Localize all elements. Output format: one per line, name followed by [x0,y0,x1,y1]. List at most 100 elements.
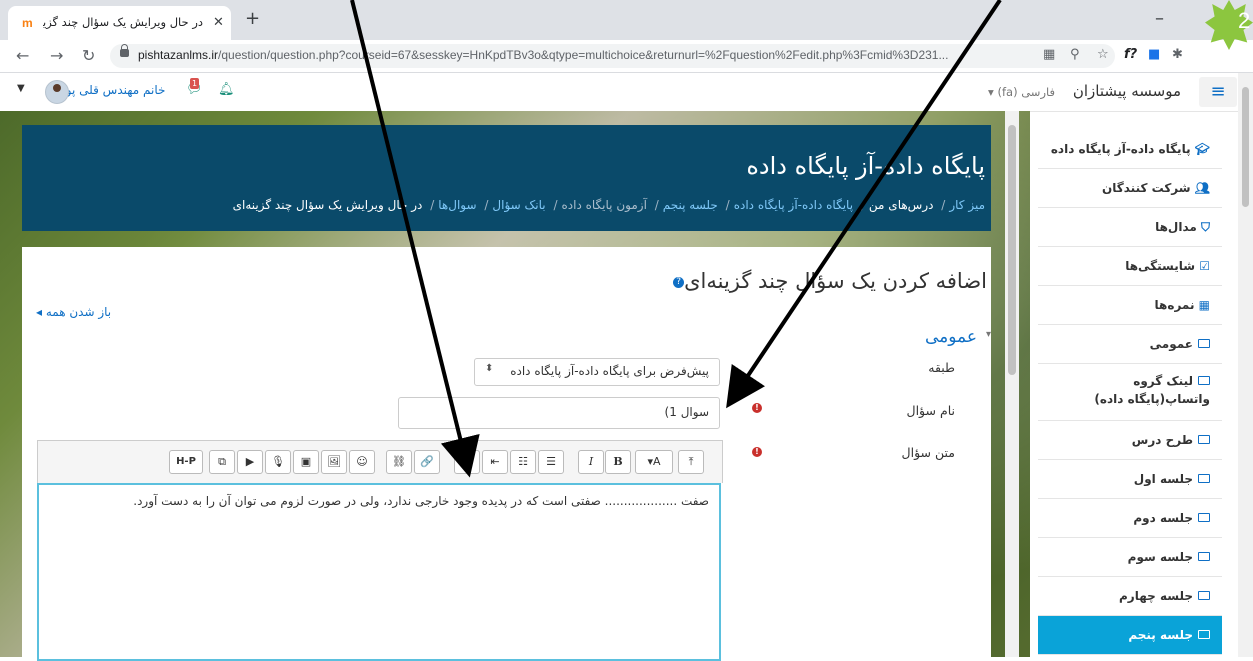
new-tab-icon[interactable]: + [245,8,260,29]
category-label: طبقه [928,360,955,375]
course-title: پایگاه داده-آز پایگاه داده [746,152,985,180]
tab-title: در حال ویرایش یک سؤال چند گزینه‌ای [43,15,203,29]
breadcrumb-item: درس‌های من [868,198,934,212]
link-button[interactable]: 🔗 [414,450,440,474]
sidebar-item-participants[interactable]: 👥︎ شرکت کنندگان [1038,169,1222,208]
folder-icon [1198,435,1210,444]
record-audio-button[interactable]: 🎙 [265,450,291,474]
lock-icon [120,44,129,57]
drawer-toggle-button[interactable]: ≡ [1199,77,1237,107]
font-color-button[interactable]: ▾A [635,450,673,474]
breadcrumb-item: در حال ویرایش یک سؤال چند گزینه‌ای [232,198,423,212]
toolbar-collapse-button[interactable]: ⤒ [678,450,704,474]
site-navbar: ≡ موسسه پیشتازان فارسی ‎(fa)‎ ▾ 🔔︎ 💬︎ 1 … [0,73,1253,112]
sidebar-item-grades[interactable]: ▦ نمره‌ها [1038,286,1222,325]
breadcrumb-item[interactable]: جلسه پنجم [663,198,718,212]
bookmark-star-icon[interactable]: ☆ [1097,47,1109,62]
tab-close-icon[interactable]: ✕ [213,15,224,30]
unordered-list-button[interactable]: ☰ [538,450,564,474]
url-text: pishtazanlms.ir/question/question.php?co… [138,48,949,62]
question-name-label: نام سؤال [906,403,956,418]
breadcrumb: میز کار/ درس‌های من/ پایگاه داده-آز پایگ… [232,198,985,212]
bold-button[interactable]: B [605,450,631,474]
sidebar-item-session-3[interactable]: جلسه سوم [1038,538,1222,577]
notification-count-badge: 1 [190,78,199,89]
sidebar-item-whatsapp-link[interactable]: لینک گروه واتساپ(پایگاه داده) [1038,364,1222,421]
content-scrollbar[interactable] [1005,111,1019,657]
language-menu[interactable]: فارسی ‎(fa)‎ ▾ [988,85,1055,99]
manage-files-button[interactable]: ⧉ [209,450,235,474]
zoom-icon[interactable]: ⚲ [1070,47,1080,62]
select-arrows-icon: ⬍ [485,363,494,374]
sidebar-item-session-2[interactable]: جلسه دوم [1038,499,1222,538]
sidebar-item-lesson-plan[interactable]: طرح درس [1038,421,1222,460]
user-name[interactable]: خانم مهندس قلی پور [60,83,165,97]
window-minimize-icon[interactable]: – [1155,8,1164,29]
required-icon: ! [752,447,762,457]
breadcrumb-item[interactable]: میز کار [949,198,985,212]
browser-tab[interactable]: m در حال ویرایش یک سؤال چند گزینه‌ای ✕ [8,6,231,40]
section-general-legend[interactable]: عمومی [925,327,977,347]
emoticon-button[interactable]: ☺ [349,450,375,474]
folder-icon [1198,552,1210,561]
question-form: اضافه کردن یک سؤال چند گزینه‌ای? باز شدن… [22,247,991,661]
media-button[interactable]: ▣ [293,450,319,474]
outdent-button[interactable]: ⇤ [482,450,508,474]
moodle-favicon-icon: m [22,16,33,30]
page-header: پایگاه داده-آز پایگاه داده میز کار/ درس‌… [22,125,991,231]
site-brand[interactable]: موسسه پیشتازان [1073,82,1181,100]
users-icon: 👥︎ [1190,181,1210,195]
folder-icon [1198,513,1210,522]
sidebar-item-competencies[interactable]: ☑ شایستگی‌ها [1038,247,1222,286]
extension-icon[interactable]: ■ [1148,47,1160,62]
url-input[interactable]: pishtazanlms.ir/question/question.php?co… [110,44,1115,68]
help-icon[interactable]: ? [673,276,685,288]
folder-icon [1198,376,1210,385]
breadcrumb-item: آزمون پایگاه داده [561,198,647,212]
user-menu-caret-icon[interactable]: ▼ [17,83,25,94]
question-name-input[interactable]: سوال 1) [398,397,720,429]
shield-icon: ⛉ [1196,220,1210,234]
puzzle-extensions-icon[interactable]: ✱ [1172,47,1183,62]
sidebar-item-session-4[interactable]: جلسه چهارم [1038,577,1222,616]
bell-icon[interactable]: 🔔︎ [218,82,235,97]
unlink-button[interactable]: ⛓ [386,450,412,474]
step-number: 2 [1238,8,1251,33]
category-select[interactable]: پیش‌فرض برای پایگاه داده-آز پایگاه داده … [474,358,720,386]
expand-all-link[interactable]: باز شدن همه ◂ [36,305,111,319]
check-square-icon: ☑ [1195,259,1210,273]
record-video-button[interactable]: ▶ [237,450,263,474]
back-icon[interactable]: ← [16,46,29,65]
page-scrollbar[interactable] [1238,73,1253,657]
formula-extension-icon[interactable]: f? [1124,47,1137,62]
breadcrumb-item[interactable]: پایگاه داده-آز پایگاه داده [734,198,853,212]
editor-toolbar: ⤒ ▾A B I ☰ ☷ ⇤ ⇥ 🔗 ⛓ ☺ 🖼 ▣ 🎙 ▶ ⧉ H-P [37,440,723,483]
indent-button[interactable]: ⇥ [454,450,480,474]
sidebar-item-course[interactable]: 🎓︎ پایگاه داده-آز پایگاه داده [1038,130,1222,169]
forward-icon[interactable]: → [50,46,63,65]
folder-icon [1198,591,1210,600]
sidebar-item-general[interactable]: عمومی [1038,325,1222,364]
sidebar-item-badges[interactable]: ⛉ مدال‌ها [1038,208,1222,247]
italic-button[interactable]: I [578,450,604,474]
hamburger-icon: ≡ [1210,81,1226,102]
collapse-caret-icon[interactable]: ▾ [986,329,991,340]
image-button[interactable]: 🖼 [321,450,347,474]
course-nav-drawer: 🎓︎ پایگاه داده-آز پایگاه داده 👥︎ شرکت کن… [1038,130,1222,657]
breadcrumb-item[interactable]: سوال‌ها [438,198,476,212]
table-icon: ▦ [1194,298,1210,312]
breadcrumb-item[interactable]: بانک سؤال [492,198,545,212]
required-icon: ! [752,403,762,413]
question-text-editor[interactable]: صفت ................... صفتی است که در پ… [37,483,721,661]
folder-icon [1198,630,1210,639]
avatar[interactable] [45,80,69,104]
ordered-list-button[interactable]: ☷ [510,450,536,474]
translate-icon[interactable]: ▦ [1043,47,1055,62]
address-bar-row: ← → ↻ pishtazanlms.ir/question/question.… [0,40,1253,73]
sidebar-item-session-5[interactable]: جلسه پنجم [1038,616,1222,655]
h5p-button[interactable]: H-P [169,450,203,474]
page-title: اضافه کردن یک سؤال چند گزینه‌ای? [669,269,987,293]
reload-icon[interactable]: ↻ [82,46,95,65]
folder-icon [1198,339,1210,348]
sidebar-item-session-1[interactable]: جلسه اول [1038,460,1222,499]
